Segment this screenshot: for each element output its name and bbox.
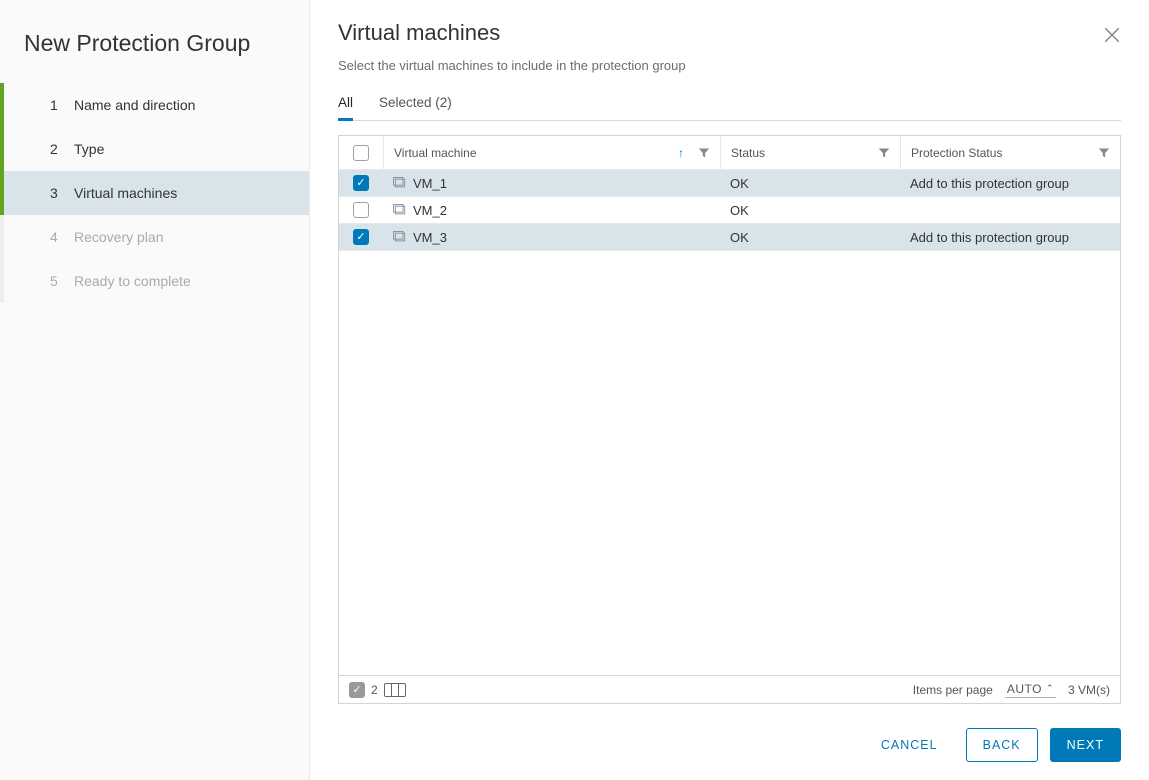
header-status[interactable]: Status	[720, 136, 900, 169]
close-icon[interactable]	[1103, 26, 1121, 44]
back-button[interactable]: Back	[966, 728, 1038, 762]
items-per-page-select[interactable]: AUTO ⌃	[1005, 682, 1056, 698]
table-row[interactable]: VM_1 OK Add to this protection group	[339, 170, 1120, 197]
step-name-direction[interactable]: 1 Name and direction	[0, 83, 309, 127]
wizard-title: New Protection Group	[0, 20, 309, 83]
step-label: Type	[74, 141, 104, 157]
vm-name: VM_3	[413, 230, 447, 245]
vm-icon	[393, 177, 407, 189]
select-all-checkbox[interactable]	[353, 145, 369, 161]
table-footer: 2 Items per page AUTO ⌃ 3 VM(s)	[339, 675, 1120, 703]
step-label: Virtual machines	[74, 185, 177, 201]
vm-name: VM_2	[413, 203, 447, 218]
selected-count-icon	[349, 682, 365, 698]
header-vm[interactable]: Virtual machine ↑	[383, 136, 720, 169]
vm-table: Virtual machine ↑ Status Protectio	[338, 135, 1121, 704]
header-status-label: Status	[731, 146, 765, 160]
vm-status: OK	[730, 230, 749, 245]
row-checkbox[interactable]	[353, 229, 369, 245]
header-vm-label: Virtual machine	[394, 146, 477, 160]
table-header-row: Virtual machine ↑ Status Protectio	[339, 136, 1120, 170]
vm-protection: Add to this protection group	[910, 230, 1069, 245]
wizard-sidebar: New Protection Group 1 Name and directio…	[0, 0, 310, 780]
chevron-up-icon: ⌃	[1046, 683, 1054, 694]
total-count: 3 VM(s)	[1068, 683, 1110, 697]
row-checkbox[interactable]	[353, 202, 369, 218]
page-description: Select the virtual machines to include i…	[338, 58, 1121, 73]
row-checkbox[interactable]	[353, 175, 369, 191]
selected-count: 2	[371, 683, 378, 697]
filter-icon[interactable]	[878, 147, 890, 159]
tab-all[interactable]: All	[338, 91, 353, 121]
column-picker-icon[interactable]	[384, 683, 406, 697]
filter-icon[interactable]	[698, 147, 710, 159]
step-number: 5	[50, 273, 58, 289]
vm-protection: Add to this protection group	[910, 176, 1069, 191]
items-per-page-value: AUTO	[1007, 682, 1042, 696]
header-protection[interactable]: Protection Status	[900, 136, 1120, 169]
header-select-all[interactable]	[339, 136, 383, 169]
table-row[interactable]: VM_2 OK	[339, 197, 1120, 224]
step-number: 4	[50, 229, 58, 245]
step-label: Ready to complete	[74, 273, 191, 289]
vm-icon	[393, 231, 407, 243]
vm-status: OK	[730, 203, 749, 218]
tabs: All Selected (2)	[338, 91, 1121, 121]
cancel-button[interactable]: Cancel	[865, 728, 954, 762]
step-number: 3	[50, 185, 58, 201]
sort-asc-icon[interactable]: ↑	[678, 146, 684, 160]
page-title: Virtual machines	[338, 20, 500, 46]
vm-name: VM_1	[413, 176, 447, 191]
filter-icon[interactable]	[1098, 147, 1110, 159]
step-label: Name and direction	[74, 97, 195, 113]
step-label: Recovery plan	[74, 229, 164, 245]
vm-icon	[393, 204, 407, 216]
table-body: VM_1 OK Add to this protection group VM_…	[339, 170, 1120, 675]
table-row[interactable]: VM_3 OK Add to this protection group	[339, 224, 1120, 251]
wizard-content: Virtual machines Select the virtual mach…	[310, 0, 1149, 780]
items-per-page-label: Items per page	[913, 683, 993, 697]
step-ready-complete: 5 Ready to complete	[0, 259, 309, 303]
tab-selected[interactable]: Selected (2)	[379, 91, 452, 120]
step-number: 2	[50, 141, 58, 157]
header-protection-label: Protection Status	[911, 146, 1002, 160]
next-button[interactable]: Next	[1050, 728, 1121, 762]
wizard-steps: 1 Name and direction 2 Type 3 Virtual ma…	[0, 83, 309, 303]
wizard-footer: Cancel Back Next	[338, 728, 1121, 762]
step-number: 1	[50, 97, 58, 113]
vm-status: OK	[730, 176, 749, 191]
step-recovery-plan: 4 Recovery plan	[0, 215, 309, 259]
step-virtual-machines[interactable]: 3 Virtual machines	[0, 171, 309, 215]
step-type[interactable]: 2 Type	[0, 127, 309, 171]
